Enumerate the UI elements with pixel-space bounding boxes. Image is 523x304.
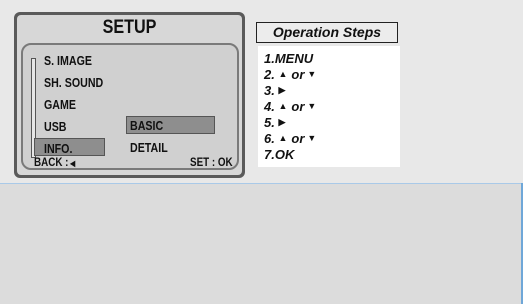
operation-steps-title: Operation Steps	[272, 24, 382, 40]
lcd-menu-panel: S. IMAGE SH. SOUND GAME USB INFO. BASIC …	[21, 43, 239, 170]
step-text: MENU	[274, 51, 314, 66]
lcd-title: SETUP	[102, 17, 157, 38]
operation-steps-header: Operation Steps	[256, 22, 398, 43]
down-arrow-icon: ▼	[307, 101, 317, 112]
footer-back: BACK : ◀	[34, 155, 75, 169]
step-6: 6. ▲ or ▼	[264, 131, 316, 146]
left-arrow-icon: ◀	[70, 159, 76, 168]
step-number: 4.	[264, 99, 275, 114]
camera-lcd-screen: SETUP S. IMAGE SH. SOUND GAME USB INFO. …	[14, 12, 245, 178]
step-number: 7.	[264, 147, 275, 162]
lcd-display: SETUP S. IMAGE SH. SOUND GAME USB INFO. …	[17, 15, 242, 175]
step-1: 1.MENU	[264, 51, 313, 66]
up-arrow-icon: ▲	[278, 69, 288, 80]
step-number: 1.	[264, 51, 275, 66]
right-arrow-icon: ▶	[278, 85, 286, 96]
sub-item-detail[interactable]: DETAIL	[130, 140, 168, 155]
menu-item-s-image[interactable]: S. IMAGE	[44, 53, 92, 68]
menu-item-usb[interactable]: USB	[44, 119, 67, 134]
menu-item-sh-sound[interactable]: SH. SOUND	[44, 75, 103, 90]
step-or: or	[291, 67, 305, 82]
down-arrow-icon: ▼	[307, 133, 317, 144]
step-number: 3.	[264, 83, 275, 98]
step-number: 2.	[264, 67, 275, 82]
step-7: 7.OK	[264, 147, 294, 162]
up-arrow-icon: ▲	[278, 133, 288, 144]
step-2: 2. ▲ or ▼	[264, 67, 316, 82]
step-number: 5.	[264, 115, 275, 130]
menu-item-info[interactable]: INFO.	[44, 141, 72, 156]
step-text: OK	[274, 147, 295, 162]
right-arrow-icon: ▶	[278, 117, 286, 128]
step-or: or	[291, 131, 305, 146]
step-3: 3. ▶	[264, 83, 285, 98]
sub-item-basic[interactable]: BASIC	[130, 118, 163, 133]
step-4: 4. ▲ or ▼	[264, 99, 316, 114]
step-5: 5. ▶	[264, 115, 285, 130]
operation-steps-list: 1.MENU 2. ▲ or ▼ 3. ▶ 4. ▲ or ▼ 5. ▶ 6. ▲ or ▼…	[258, 46, 400, 167]
up-arrow-icon: ▲	[278, 101, 288, 112]
step-or: or	[291, 99, 305, 114]
menu-item-game[interactable]: GAME	[44, 97, 76, 112]
lower-panel	[0, 183, 523, 304]
step-number: 6.	[264, 131, 275, 146]
footer-set: SET : OK	[190, 155, 233, 169]
down-arrow-icon: ▼	[307, 69, 317, 80]
footer-back-label: BACK :	[34, 155, 69, 169]
